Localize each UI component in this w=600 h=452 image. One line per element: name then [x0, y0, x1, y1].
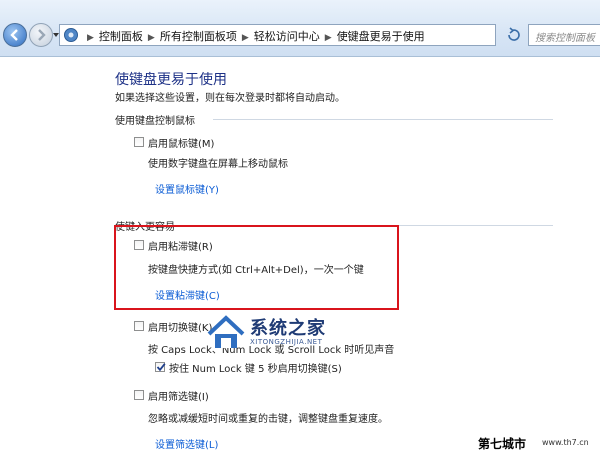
- arrow-left-icon: [10, 29, 18, 41]
- numlock-hold-checkbox[interactable]: [155, 362, 166, 372]
- watermark-logo: 系统之家 XITONGZHIJIA.NET: [205, 312, 340, 354]
- page-subtitle: 如果选择这些设置，则在每次登录时都将自动启动。: [115, 93, 345, 104]
- page-title: 使键盘更易于使用: [115, 72, 227, 88]
- section-divider: [213, 119, 553, 120]
- breadcrumb-separator-icon[interactable]: ▶: [87, 33, 94, 43]
- breadcrumb-current-page[interactable]: 使键盘更易于使用: [337, 30, 425, 43]
- navigation-bar: ▶ 控制面板 ▶ 所有控制面板项 ▶ 轻松访问中心 ▶ 使键盘更易于使用 搜索控制面板: [0, 0, 600, 57]
- forward-button[interactable]: [29, 23, 53, 47]
- breadcrumb-separator-icon[interactable]: ▶: [325, 33, 332, 43]
- corner-watermark: 第七城市 www.th7.cn: [478, 435, 600, 451]
- back-button[interactable]: [3, 23, 27, 47]
- mouse-keys-description: 使用数字键盘在屏幕上移动鼠标: [148, 159, 288, 170]
- main-content: 使键盘更易于使用 如果选择这些设置，则在每次登录时都将自动启动。 使用键盘控制鼠…: [0, 57, 600, 451]
- toggle-keys-label[interactable]: 启用切换键(K): [148, 319, 212, 334]
- breadcrumb-ease-of-access[interactable]: 轻松访问中心: [254, 30, 320, 43]
- watermark-url: XITONGZHIJIA.NET: [250, 338, 323, 346]
- sticky-keys-description: 按键盘快捷方式(如 Ctrl+Alt+Del)，一次一个键: [148, 265, 364, 276]
- setup-filter-keys-link[interactable]: 设置筛选键(L): [155, 436, 218, 451]
- corner-watermark-url: www.th7.cn: [542, 438, 589, 447]
- sticky-keys-checkbox[interactable]: [134, 240, 144, 250]
- refresh-icon[interactable]: [504, 25, 524, 45]
- mouse-keys-checkbox[interactable]: [134, 137, 144, 147]
- numlock-hold-label[interactable]: 按住 Num Lock 键 5 秒启用切换键(S): [169, 360, 342, 375]
- filter-keys-label[interactable]: 启用筛选键(I): [148, 388, 209, 403]
- breadcrumb-control-panel[interactable]: 控制面板: [99, 30, 143, 43]
- setup-mouse-keys-link[interactable]: 设置鼠标键(Y): [155, 181, 219, 196]
- breadcrumb-separator-icon[interactable]: ▶: [242, 33, 249, 43]
- filter-keys-description: 忽略或减缓短时间或重复的击键，调整键盘重复速度。: [148, 414, 388, 425]
- breadcrumb-separator-icon[interactable]: ▶: [148, 33, 155, 43]
- watermark-title: 系统之家: [250, 318, 326, 339]
- corner-watermark-title: 第七城市: [478, 437, 527, 451]
- checkmark-icon: [156, 363, 166, 372]
- address-bar[interactable]: ▶ 控制面板 ▶ 所有控制面板项 ▶ 轻松访问中心 ▶ 使键盘更易于使用: [59, 24, 545, 46]
- control-panel-icon: [64, 28, 78, 42]
- house-logo-icon: [207, 315, 245, 348]
- section-heading-mouse: 使用键盘控制鼠标: [115, 116, 195, 127]
- setup-sticky-keys-link[interactable]: 设置粘滞键(C): [155, 287, 220, 302]
- sticky-keys-label[interactable]: 启用粘滞键(R): [148, 238, 213, 253]
- filter-keys-checkbox[interactable]: [134, 390, 144, 400]
- search-input[interactable]: 搜索控制面板: [528, 24, 600, 46]
- arrow-right-icon: [38, 29, 46, 41]
- breadcrumb: ▶ 控制面板 ▶ 所有控制面板项 ▶ 轻松访问中心 ▶ 使键盘更易于使用: [82, 28, 425, 44]
- mouse-keys-label[interactable]: 启用鼠标键(M): [148, 135, 214, 150]
- toggle-keys-checkbox[interactable]: [134, 321, 144, 331]
- breadcrumb-all-items[interactable]: 所有控制面板项: [160, 30, 237, 43]
- search-placeholder: 搜索控制面板: [535, 33, 595, 44]
